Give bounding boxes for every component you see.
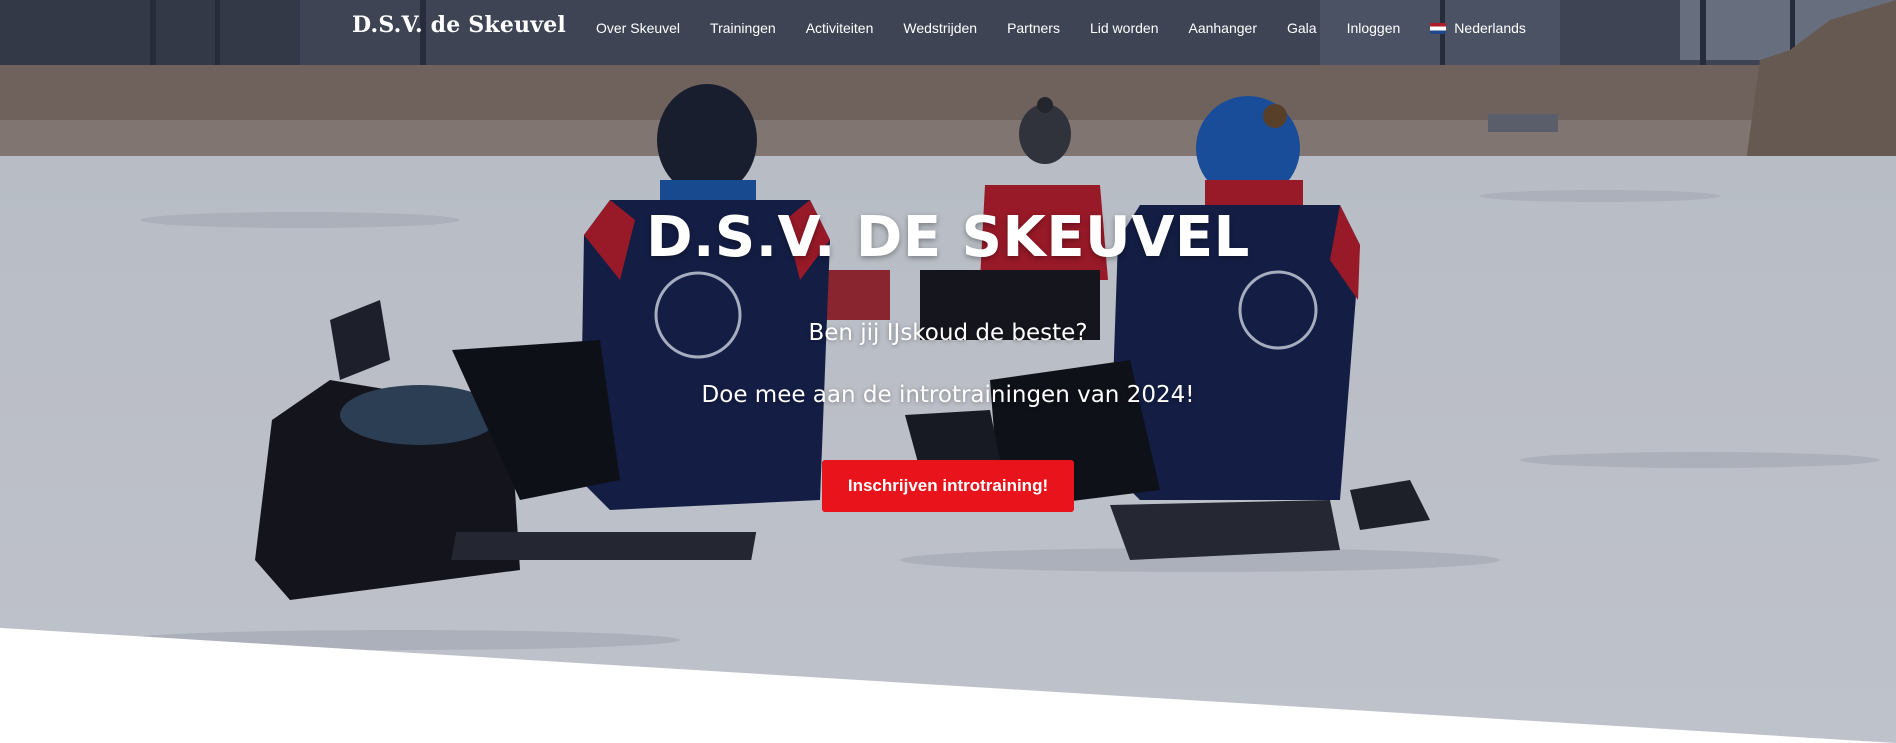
nav-item: Nederlands <box>1430 20 1526 36</box>
nav-item: Partners <box>1007 20 1060 36</box>
signup-intro-training-button[interactable]: Inschrijven introtraining! <box>821 460 1075 512</box>
nav-item: Over Skeuvel <box>596 20 680 36</box>
nav-link-partners[interactable]: Partners <box>1007 20 1060 36</box>
site-logo[interactable]: D.S.V. de Skeuvel <box>352 12 566 38</box>
language-label: Nederlands <box>1454 20 1526 36</box>
nav-item: Lid worden <box>1090 20 1159 36</box>
hero-content: D.S.V. DE SKEUVEL Ben jij IJskoud de bes… <box>0 200 1896 512</box>
hero-subtitle: Doe mee aan de introtrainingen van 2024! <box>701 382 1195 408</box>
nav-menu: Over Skeuvel Trainingen Activiteiten Wed… <box>596 0 1556 56</box>
nav-item: Trainingen <box>710 20 776 36</box>
hero-tagline: Ben jij IJskoud de beste? <box>808 320 1088 346</box>
nav-item: Aanhanger <box>1188 20 1257 36</box>
hero-section: D.S.V. de Skeuvel Over Skeuvel Traininge… <box>0 0 1896 743</box>
nav-link-wedstrijden[interactable]: Wedstrijden <box>903 20 977 36</box>
hero-title: D.S.V. DE SKEUVEL <box>646 205 1250 270</box>
nav-item: Wedstrijden <box>903 20 977 36</box>
nav-link-trainingen[interactable]: Trainingen <box>710 20 776 36</box>
nav-link-inloggen[interactable]: Inloggen <box>1347 20 1401 36</box>
main-navbar: D.S.V. de Skeuvel Over Skeuvel Traininge… <box>0 0 1896 56</box>
language-switcher[interactable]: Nederlands <box>1430 20 1526 36</box>
dutch-flag-icon <box>1430 22 1447 34</box>
nav-link-gala[interactable]: Gala <box>1287 20 1317 36</box>
nav-link-over-skeuvel[interactable]: Over Skeuvel <box>596 20 680 36</box>
nav-item: Inloggen <box>1347 20 1401 36</box>
nav-link-lid-worden[interactable]: Lid worden <box>1090 20 1159 36</box>
nav-item: Activiteiten <box>806 20 874 36</box>
nav-link-activiteiten[interactable]: Activiteiten <box>806 20 874 36</box>
nav-item: Gala <box>1287 20 1317 36</box>
nav-link-aanhanger[interactable]: Aanhanger <box>1188 20 1257 36</box>
